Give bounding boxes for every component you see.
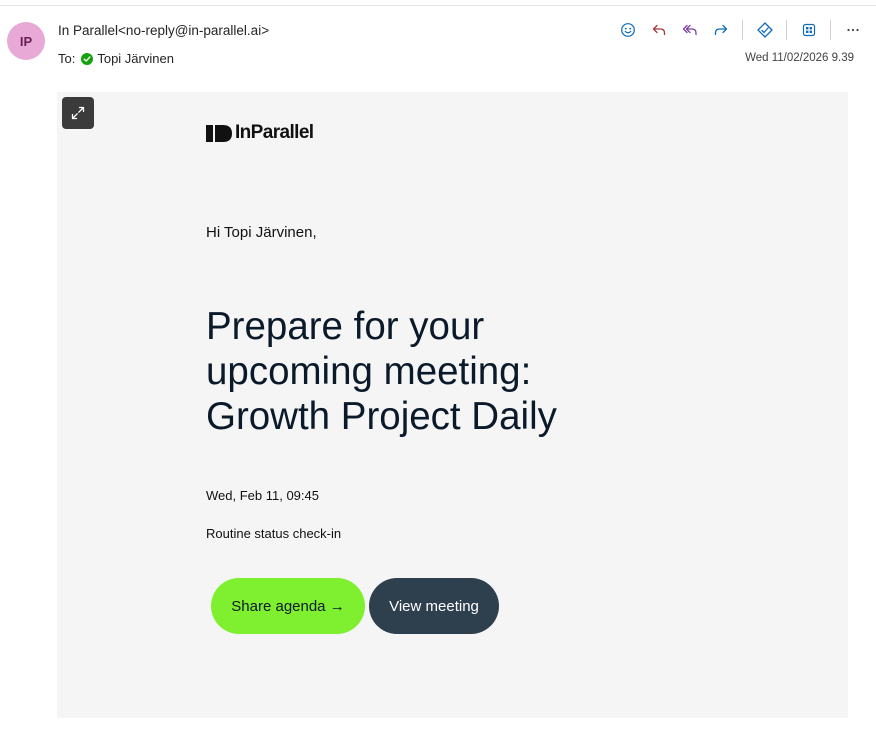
avatar-initials: IP [19, 33, 33, 49]
emoji-reaction-button[interactable] [612, 16, 643, 44]
copilot-icon [756, 22, 773, 38]
copilot-button[interactable] [749, 16, 780, 44]
expand-button[interactable] [62, 97, 94, 129]
logo-text: InParallel [235, 122, 314, 143]
toolbar-divider [830, 20, 831, 40]
forward-button[interactable] [705, 16, 736, 44]
meeting-datetime: Wed, Feb 11, 09:45 [206, 488, 319, 503]
available-status-icon [81, 52, 94, 65]
received-date: Wed 11/02/2026 9.39 [745, 52, 854, 64]
toolbar-divider [742, 20, 743, 40]
sender-email: <no-reply@in-parallel.ai> [118, 23, 270, 38]
top-divider [0, 5, 876, 6]
logo-mark-icon [206, 124, 232, 142]
meeting-description: Routine status check-in [206, 526, 342, 541]
sender-avatar[interactable]: IP [7, 22, 45, 60]
forward-icon [714, 24, 727, 36]
to-label: To: [58, 51, 76, 66]
more-icon [846, 28, 859, 32]
apps-button[interactable] [793, 16, 824, 44]
reply-all-icon [682, 24, 697, 36]
reply-button[interactable] [643, 16, 674, 44]
recipient-line: To: Topi Järvinen [58, 51, 174, 66]
email-headline: Prepare for your upcoming meeting: Growt… [206, 305, 557, 438]
more-actions-button[interactable] [837, 16, 868, 44]
share-agenda-button[interactable]: Share agenda → [211, 578, 365, 634]
greeting: Hi Topi Järvinen, [206, 224, 317, 241]
reply-icon [652, 24, 665, 36]
message-actions-toolbar [612, 16, 868, 44]
view-meeting-button[interactable]: View meeting [369, 578, 499, 634]
sender-line[interactable]: In Parallel<no-reply@in-parallel.ai> [58, 23, 269, 38]
recipient-name[interactable]: Topi Järvinen [97, 51, 174, 66]
apps-icon [802, 23, 815, 37]
sender-name[interactable]: In Parallel [58, 23, 118, 38]
reply-all-button[interactable] [674, 16, 705, 44]
toolbar-divider [786, 20, 787, 40]
inparallel-logo: InParallel [206, 122, 314, 144]
expand-icon [71, 106, 85, 120]
emoji-icon [620, 23, 635, 37]
